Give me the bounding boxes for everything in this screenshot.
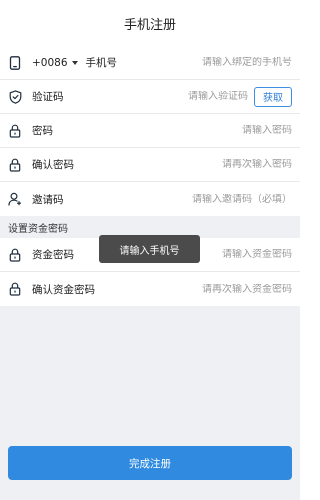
complete-register-button[interactable]: 完成注册 bbox=[8, 446, 292, 480]
confirm-password-label: 确认密码 bbox=[32, 159, 74, 171]
shield-icon bbox=[8, 89, 22, 104]
register-page: 手机注册 +0086 手机号 请输入绑定的手机号 验证码 请输入验证码 获取 密… bbox=[0, 0, 300, 500]
fund-password-label: 资金密码 bbox=[32, 249, 74, 261]
toast-message: 请输入手机号 bbox=[99, 235, 200, 263]
page-title: 手机注册 bbox=[123, 17, 176, 33]
invite-code-row: 邀请码 bbox=[0, 182, 300, 216]
password-input[interactable] bbox=[59, 125, 292, 136]
account-form: +0086 手机号 验证码 获取 bbox=[0, 46, 300, 216]
lock-icon bbox=[8, 248, 22, 262]
captcha-row: 验证码 获取 bbox=[0, 80, 300, 114]
chevron-down-icon bbox=[71, 60, 78, 65]
get-captcha-button[interactable]: 获取 bbox=[254, 86, 292, 107]
lock-icon bbox=[8, 158, 22, 172]
phone-input[interactable] bbox=[123, 57, 292, 68]
invite-code-input[interactable] bbox=[69, 193, 292, 205]
confirm-password-input[interactable] bbox=[80, 159, 292, 170]
invite-code-label: 邀请码 bbox=[32, 193, 64, 206]
lock-icon bbox=[8, 124, 22, 138]
captcha-label: 验证码 bbox=[32, 91, 64, 103]
phone-row: +0086 手机号 bbox=[0, 46, 300, 80]
phone-icon bbox=[8, 55, 22, 70]
phone-label: 手机号 bbox=[85, 57, 118, 69]
confirm-fund-password-row: 确认资金密码 bbox=[0, 272, 300, 306]
user-add-icon bbox=[8, 192, 22, 206]
confirm-fund-password-label: 确认资金密码 bbox=[32, 283, 95, 296]
lock-icon bbox=[8, 282, 22, 296]
top-bar: 手机注册 bbox=[0, 0, 300, 46]
confirm-password-row: 确认密码 bbox=[0, 148, 300, 182]
password-label: 密码 bbox=[32, 125, 53, 137]
confirm-fund-password-input[interactable] bbox=[101, 283, 292, 295]
country-code-select[interactable]: +0086 bbox=[32, 57, 78, 69]
captcha-input[interactable] bbox=[69, 91, 248, 102]
country-code-value: +0086 bbox=[32, 56, 68, 69]
password-row: 密码 bbox=[0, 114, 300, 148]
